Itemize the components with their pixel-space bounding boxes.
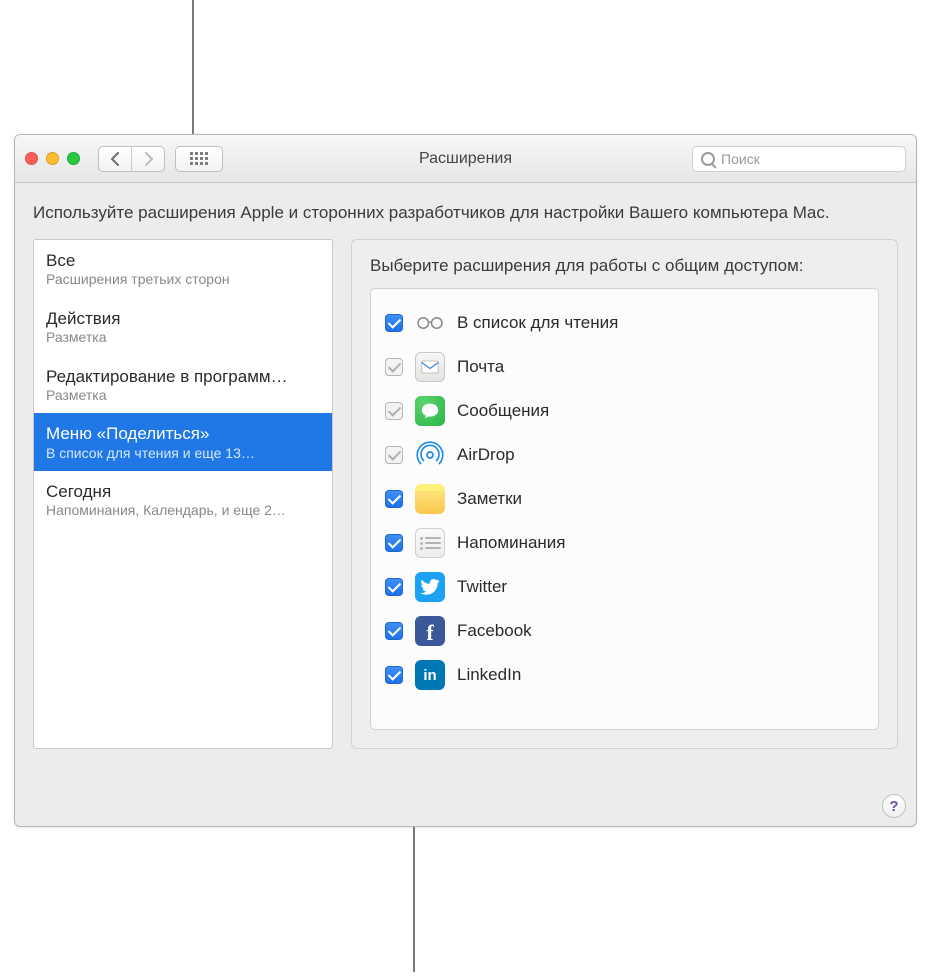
checkbox-reading-list[interactable] bbox=[385, 314, 403, 332]
extension-label: Заметки bbox=[457, 489, 522, 509]
extension-row-facebook: f Facebook bbox=[385, 609, 864, 653]
checkbox-airdrop bbox=[385, 446, 403, 464]
linkedin-icon: in bbox=[415, 660, 445, 690]
twitter-icon bbox=[415, 572, 445, 602]
sidebar-category-title: Сегодня bbox=[46, 481, 320, 502]
extension-label: Почта bbox=[457, 357, 504, 377]
sidebar-category-1[interactable]: ДействияРазметка bbox=[34, 298, 332, 356]
show-all-button[interactable] bbox=[175, 146, 223, 172]
zoom-window-button[interactable] bbox=[67, 152, 80, 165]
checkbox-notes[interactable] bbox=[385, 490, 403, 508]
nav-back-forward[interactable] bbox=[98, 146, 165, 172]
airdrop-icon bbox=[415, 440, 445, 470]
extension-row-airdrop: AirDrop bbox=[385, 433, 864, 477]
sidebar-category-0[interactable]: ВсеРасширения третьих сторон bbox=[34, 240, 332, 298]
columns: ВсеРасширения третьих сторонДействияРазм… bbox=[33, 239, 898, 812]
sidebar-category-title: Редактирование в программ… bbox=[46, 366, 320, 387]
extension-row-messages: Сообщения bbox=[385, 389, 864, 433]
extension-row-notes: Заметки bbox=[385, 477, 864, 521]
checkbox-twitter[interactable] bbox=[385, 578, 403, 596]
extension-row-mail: Почта bbox=[385, 345, 864, 389]
minimize-window-button[interactable] bbox=[46, 152, 59, 165]
extensions-pane: Выберите расширения для работы с общим д… bbox=[351, 239, 898, 749]
reminders-icon bbox=[415, 528, 445, 558]
window-body: Используйте расширения Apple и сторонних… bbox=[15, 183, 916, 826]
mail-icon bbox=[415, 352, 445, 382]
titlebar: Расширения Поиск bbox=[15, 135, 916, 183]
extension-label: LinkedIn bbox=[457, 665, 521, 685]
close-window-button[interactable] bbox=[25, 152, 38, 165]
sidebar-category-3[interactable]: Меню «Поделиться»В список для чтения и е… bbox=[34, 413, 332, 471]
sidebar-category-subtitle: Разметка bbox=[46, 329, 320, 347]
sidebar-category-title: Действия bbox=[46, 308, 320, 329]
sidebar-category-subtitle: В список для чтения и еще 13… bbox=[46, 445, 320, 463]
traffic-lights bbox=[25, 152, 80, 165]
facebook-icon: f bbox=[415, 616, 445, 646]
forward-button[interactable] bbox=[132, 147, 164, 171]
notes-icon bbox=[415, 484, 445, 514]
checkbox-messages bbox=[385, 402, 403, 420]
sidebar-category-title: Все bbox=[46, 250, 320, 271]
sidebar-category-subtitle: Разметка bbox=[46, 387, 320, 405]
glasses-icon bbox=[415, 308, 445, 338]
back-button[interactable] bbox=[99, 147, 131, 171]
checkbox-mail bbox=[385, 358, 403, 376]
sidebar-category-subtitle: Расширения третьих сторон bbox=[46, 271, 320, 289]
sidebar-category-2[interactable]: Редактирование в программ…Разметка bbox=[34, 356, 332, 414]
checkbox-facebook[interactable] bbox=[385, 622, 403, 640]
extension-row-linkedin: in LinkedIn bbox=[385, 653, 864, 697]
messages-icon bbox=[415, 396, 445, 426]
grid-icon bbox=[190, 152, 208, 165]
search-placeholder: Поиск bbox=[721, 151, 760, 167]
help-icon: ? bbox=[889, 798, 898, 815]
extension-label: Facebook bbox=[457, 621, 532, 641]
category-sidebar: ВсеРасширения третьих сторонДействияРазм… bbox=[33, 239, 333, 749]
extension-row-reading-list: В список для чтения bbox=[385, 301, 864, 345]
checkbox-reminders[interactable] bbox=[385, 534, 403, 552]
extension-row-twitter: Twitter bbox=[385, 565, 864, 609]
extension-label: Сообщения bbox=[457, 401, 549, 421]
help-button[interactable]: ? bbox=[882, 794, 906, 818]
extension-label: Twitter bbox=[457, 577, 507, 597]
pane-heading: Выберите расширения для работы с общим д… bbox=[370, 256, 879, 276]
extension-row-reminders: Напоминания bbox=[385, 521, 864, 565]
extension-label: В список для чтения bbox=[457, 313, 618, 333]
extensions-list: В список для чтения Почта Сообщения AirDrop… bbox=[370, 288, 879, 730]
sidebar-category-title: Меню «Поделиться» bbox=[46, 423, 320, 444]
search-icon bbox=[701, 152, 715, 166]
sidebar-category-subtitle: Напоминания, Календарь, и еще 2… bbox=[46, 502, 320, 520]
checkbox-linkedin[interactable] bbox=[385, 666, 403, 684]
extension-label: AirDrop bbox=[457, 445, 515, 465]
extension-label: Напоминания bbox=[457, 533, 566, 553]
description-text: Используйте расширения Apple и сторонних… bbox=[33, 203, 898, 223]
sidebar-category-4[interactable]: СегодняНапоминания, Календарь, и еще 2… bbox=[34, 471, 332, 529]
search-field[interactable]: Поиск bbox=[692, 146, 906, 172]
preferences-window: Расширения Поиск Используйте расширения … bbox=[14, 134, 917, 827]
